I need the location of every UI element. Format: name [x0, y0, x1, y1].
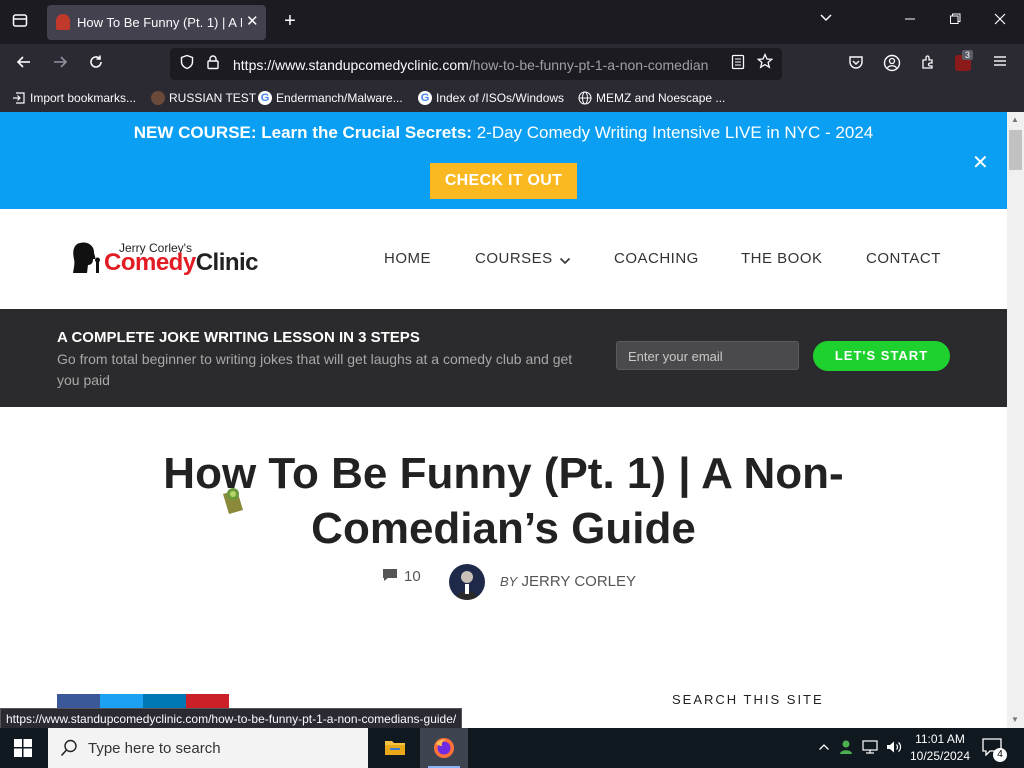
tracking-protection-shield-icon[interactable] [177, 54, 197, 76]
menu-icon[interactable] [990, 54, 1010, 74]
promo-lead: NEW COURSE: Learn the Crucial Secrets: [133, 123, 472, 142]
back-icon[interactable] [14, 54, 34, 76]
logo-comedy: Comedy [104, 249, 196, 276]
taskbar-search-placeholder: Type here to search [88, 740, 221, 757]
url-host: https://www.standupcomedyclinic.com [233, 57, 469, 73]
nav-home[interactable]: HOME [384, 250, 431, 267]
byline-prefix: BY [500, 574, 518, 589]
clock-date: 10/25/2024 [909, 749, 971, 763]
scroll-up-arrow-icon[interactable]: ▲ [1011, 115, 1019, 124]
lets-start-button[interactable]: LET'S START [813, 341, 950, 371]
account-icon[interactable] [882, 54, 902, 78]
taskbar-clock[interactable]: 11:01 AM 10/25/2024 [905, 731, 975, 765]
bookmark-label: RUSSIAN TEST [169, 91, 257, 105]
tab-overflow-chevron-icon[interactable] [816, 11, 836, 31]
search-icon [60, 739, 78, 762]
reader-view-icon[interactable] [728, 54, 748, 76]
restore-icon[interactable] [945, 11, 965, 31]
comment-count[interactable]: 10 [404, 568, 421, 585]
file-explorer-icon[interactable] [384, 736, 406, 758]
author-avatar[interactable] [449, 564, 485, 600]
tray-user-icon[interactable] [838, 739, 854, 760]
bookmark-label: MEMZ and Noescape ... [596, 91, 726, 105]
bookmark-label: Index of /ISOs/Windows [436, 91, 565, 105]
pinterest-share-button[interactable] [186, 694, 229, 708]
close-tab-icon[interactable]: ✕ [246, 12, 259, 30]
author-name[interactable]: JERRY CORLEY [522, 573, 637, 590]
firefox-taskbar-button[interactable] [420, 728, 468, 768]
close-window-icon[interactable] [990, 11, 1010, 31]
facebook-share-button[interactable] [57, 694, 100, 708]
windows-start-icon[interactable] [14, 739, 32, 762]
minimize-icon[interactable] [900, 11, 920, 31]
bookmark-russian-test[interactable]: RUSSIAN TEST [151, 91, 256, 105]
scroll-down-arrow-icon[interactable]: ▼ [1011, 715, 1019, 724]
extensions-icon[interactable] [918, 54, 938, 76]
tab-list-icon[interactable] [10, 12, 30, 34]
email-field[interactable]: Enter your email [616, 341, 799, 370]
firefox-icon [434, 738, 454, 758]
network-icon[interactable] [862, 740, 878, 759]
bookmark-import[interactable]: Import bookmarks... [12, 91, 136, 105]
active-tab[interactable]: How To Be Funny (Pt. 1) | A Non-Comedian… [47, 5, 266, 40]
taskbar-search-box[interactable]: Type here to search [48, 728, 368, 768]
url-text[interactable]: https://www.standupcomedyclinic.com/how-… [233, 57, 719, 73]
promo-rest: 2-Day Comedy Writing Intensive LIVE in N… [476, 123, 874, 142]
comedian-silhouette-logo-icon[interactable] [72, 241, 102, 275]
google-icon: G [418, 91, 432, 105]
bookmark-label: Endermanch/Malware... [276, 91, 403, 105]
url-path: /how-to-be-funny-pt-1-a-non-comedian [468, 57, 709, 73]
new-tab-icon[interactable]: + [280, 11, 300, 31]
nav-coaching[interactable]: COACHING [614, 250, 699, 267]
google-icon: G [258, 91, 272, 105]
sidebar-search-heading: SEARCH THIS SITE [672, 692, 824, 707]
bookmark-memz[interactable]: MEMZ and Noescape ... [578, 91, 725, 105]
bookmark-endermanch[interactable]: G Endermanch/Malware... [258, 91, 403, 105]
forward-icon[interactable] [50, 54, 70, 76]
site-favicon-icon [56, 14, 70, 30]
globe-icon [578, 91, 592, 105]
site-logo-wordmark[interactable]: ComedyClinic [104, 249, 259, 277]
lock-icon[interactable] [203, 54, 223, 76]
chevron-down-icon[interactable] [559, 253, 571, 271]
nav-courses[interactable]: COURSES [475, 250, 553, 267]
clock-time: 11:01 AM [915, 732, 965, 746]
pocket-icon[interactable] [846, 54, 866, 76]
bookmarks-bar: Import bookmarks... RUSSIAN TEST G Ender… [0, 84, 1024, 112]
close-banner-icon[interactable]: ✕ [972, 150, 989, 175]
check-it-out-button[interactable]: CHECK IT OUT [430, 163, 577, 199]
linkedin-share-button[interactable] [143, 694, 186, 708]
extension-badge: 3 [962, 50, 974, 60]
cursor-sprite-icon [219, 484, 247, 516]
bookmark-label: Import bookmarks... [30, 91, 137, 105]
import-icon [12, 91, 26, 105]
nav-the-book[interactable]: THE BOOK [741, 250, 823, 267]
bookmark-star-icon[interactable] [755, 52, 775, 75]
reload-icon[interactable] [86, 54, 106, 76]
volume-icon[interactable] [886, 740, 902, 759]
comment-icon[interactable] [382, 568, 398, 587]
page-scrollbar[interactable] [1007, 112, 1024, 728]
twitter-share-button[interactable] [100, 694, 143, 708]
tray-chevron-up-icon[interactable] [818, 741, 830, 755]
promo-banner-text: NEW COURSE: Learn the Crucial Secrets: 2… [0, 123, 1007, 143]
scrollbar-thumb[interactable] [1009, 130, 1022, 170]
notification-count-badge: 4 [993, 748, 1007, 762]
logo-clinic: Clinic [195, 249, 259, 276]
bookmark-favicon-icon [151, 91, 165, 105]
optin-subtitle: Go from total beginner to writing jokes … [57, 351, 573, 388]
status-link-preview: https://www.standupcomedyclinic.com/how-… [0, 708, 463, 730]
bookmark-index-isos[interactable]: G Index of /ISOs/Windows [418, 91, 564, 105]
tab-title: How To Be Funny (Pt. 1) | A Non-Comedian… [77, 15, 242, 30]
nav-contact[interactable]: CONTACT [866, 250, 941, 267]
optin-title: A COMPLETE JOKE WRITING LESSON IN 3 STEP… [57, 329, 420, 346]
article-byline: BY JERRY CORLEY [500, 573, 636, 590]
